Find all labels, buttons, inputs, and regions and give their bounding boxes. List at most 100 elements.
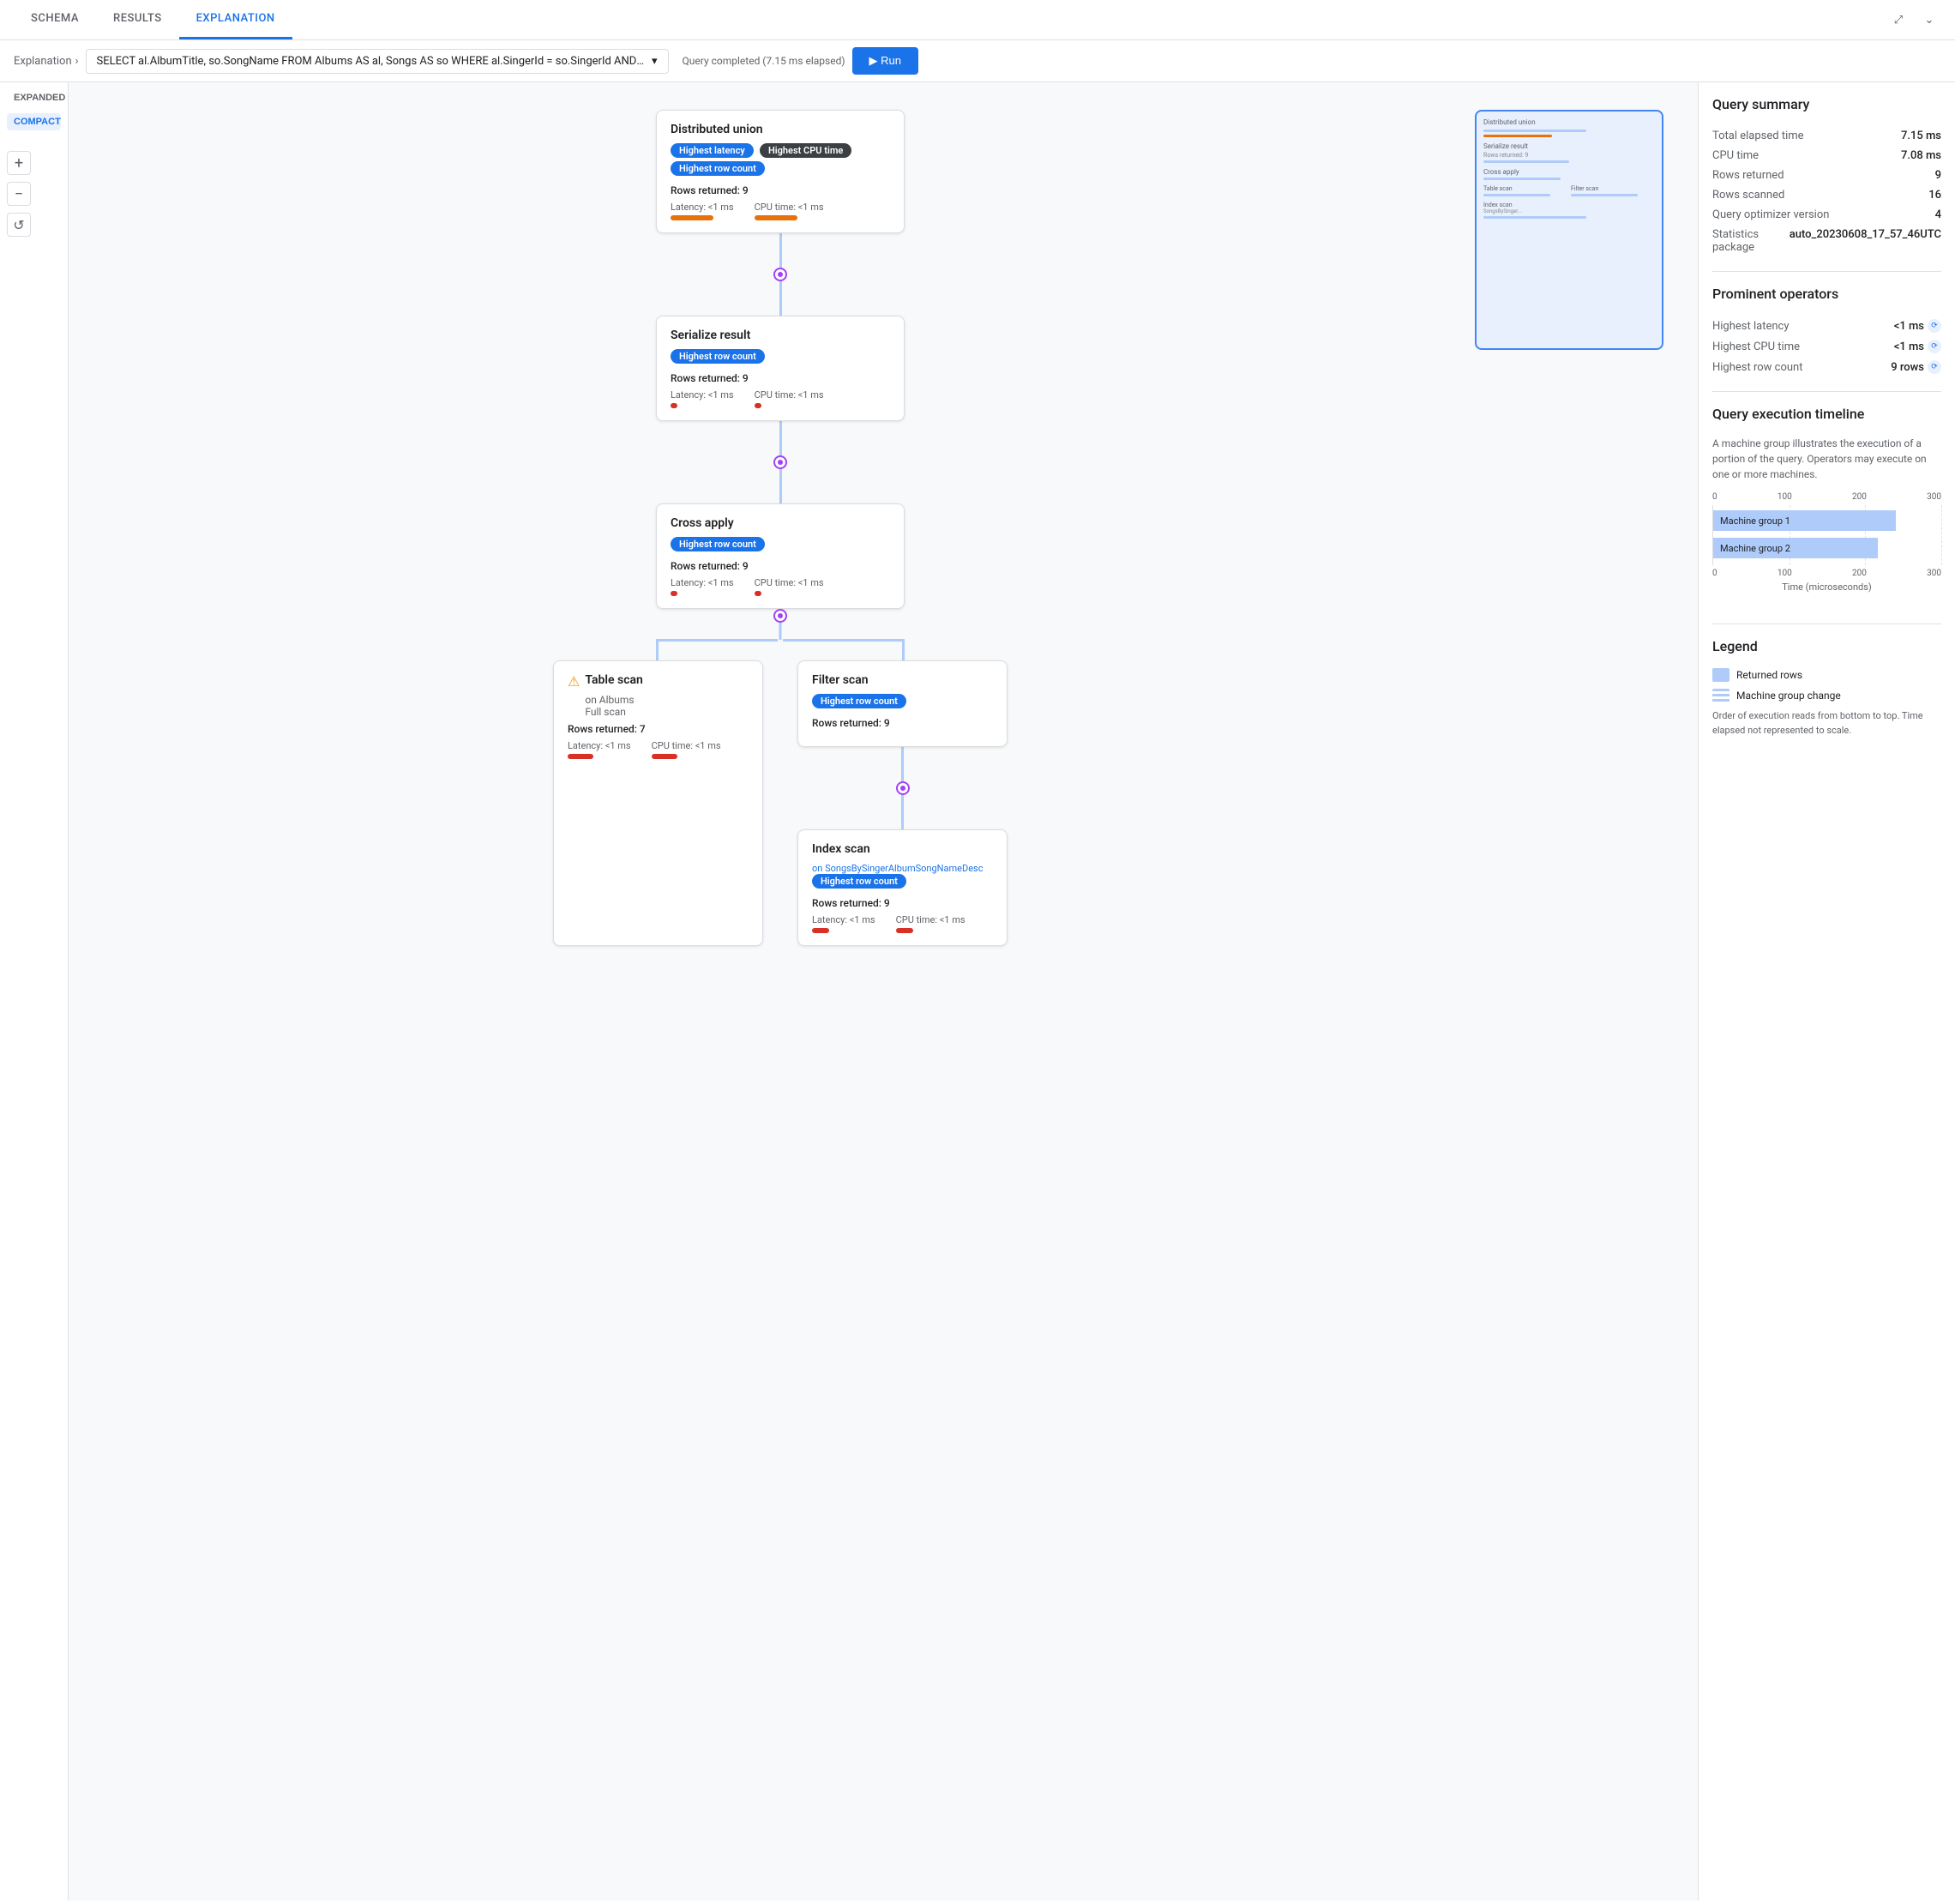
prominent-link-1-icon[interactable]: ⟳ [1928,340,1941,353]
prominent-value-1: <1 ms [1894,340,1924,353]
bottom-nodes: ⚠ Table scan on Albums Full scan Rows re… [553,660,1008,946]
stat-row-4: Query optimizer version 4 [1712,205,1941,225]
prominent-link-2-icon[interactable]: ⟳ [1928,360,1941,374]
timeline-bar-2-label: Machine group 2 [1720,543,1790,554]
cross-apply-node: Cross apply Highest row count Rows retur… [656,503,905,609]
highest-row-badge: Highest row count [671,161,765,176]
cross-metrics: Latency: <1 ms CPU time: <1 ms [671,577,890,596]
cross-cpu-label: CPU time: <1 ms [755,577,824,588]
distributed-union-title: Distributed union [671,123,890,136]
prominent-row-0: Highest latency <1 ms ⟳ [1712,316,1941,336]
timeline-x-label: Time (microseconds) [1712,581,1941,593]
index-cpu-bar [896,928,913,933]
stat-label-4: Query optimizer version [1712,208,1829,221]
serialize-row-badge: Highest row count [671,349,765,364]
prominent-row-1: Highest CPU time <1 ms ⟳ [1712,336,1941,357]
timeline-axis-bottom: 0 100 200 300 [1712,569,1941,578]
stat-label-5: Statistics package [1712,228,1790,254]
cpu-bar [755,215,797,220]
distributed-union-rows: Rows returned: 9 [671,184,890,196]
axis-b-200: 200 [1852,569,1867,578]
latency-label: Latency: <1 ms [671,202,734,213]
table-scan-rows: Rows returned: 7 [568,723,749,735]
cross-row-badge: Highest row count [671,537,765,551]
run-button[interactable]: ▶ Run [852,47,918,75]
tab-results[interactable]: RESULTS [96,0,179,39]
filter-scan-col: Filter scan Highest row count Rows retur… [797,660,1008,946]
breadcrumb-label: Explanation [14,55,72,68]
query-summary-stats: Total elapsed time 7.15 ms CPU time 7.08… [1712,126,1941,257]
expanded-view-button[interactable]: EXPANDED [7,89,61,106]
table-cpu-bar [652,754,677,759]
table-latency-label: Latency: <1 ms [568,740,631,751]
prominent-label-1: Highest CPU time [1712,340,1800,353]
serialize-cpu-bar [755,403,761,408]
stat-value-0: 7.15 ms [1901,130,1941,142]
index-scan-node: Index scan on SongsBySingerAlbumSongName… [797,829,1008,946]
query-summary-title: Query summary [1712,96,1941,112]
connector-diamond-2 [773,455,787,469]
table-scan-header: ⚠ Table scan on Albums Full scan [568,673,749,718]
cross-latency-bar [671,591,677,596]
status-text: Query completed (7.15 ms elapsed) [683,55,845,67]
split-down [779,623,782,640]
filter-connector-b [901,795,904,829]
query-text: SELECT al.AlbumTitle, so.SongName FROM A… [97,55,645,68]
timeline-bar-1: Machine group 1 [1713,510,1896,531]
table-scan-title: Table scan [585,673,643,687]
timeline-title: Query execution timeline [1712,406,1941,422]
zoom-out-button[interactable]: − [7,182,31,206]
split-horiz-left [656,639,778,642]
stat-value-5: auto_20230608_17_57_46UTC [1790,228,1941,254]
timeline-grid-area: Machine group 1 Machine group 2 [1712,505,1941,565]
left-panel: EXPANDED COMPACT + − ↺ [0,82,69,1901]
distributed-union-node: Distributed union Highest latency Highes… [656,110,905,233]
fullscreen-icon[interactable]: ⤢ [1886,8,1910,32]
index-row-badge: Highest row count [812,874,906,889]
timeline-bar-2: Machine group 2 [1713,538,1878,558]
axis-200: 200 [1852,492,1867,502]
filter-scan-title: Filter scan [812,673,993,687]
plan-container: Distributed union Highest latency Highes… [96,110,1465,946]
mini-diagram: Distributed union Serialize result Rows … [1475,110,1663,350]
table-latency-bar [568,754,593,759]
axis-100: 100 [1778,492,1792,502]
expand-icon[interactable]: ⌄ [1917,8,1941,32]
serialize-cpu-label: CPU time: <1 ms [755,389,824,401]
stat-value-1: 7.08 ms [1901,149,1941,162]
prominent-link-0-icon[interactable]: ⟳ [1928,319,1941,333]
filter-connector [901,747,904,781]
index-latency-bar [812,928,829,933]
stat-value-2: 9 [1935,169,1941,182]
split-horiz-right [783,639,905,642]
prominent-value-2: 9 rows [1891,361,1924,374]
query-selector[interactable]: SELECT al.AlbumTitle, so.SongName FROM A… [86,49,669,74]
filter-row-badge: Highest row count [812,694,906,708]
timeline-section: Query execution timeline A machine group… [1712,406,1941,610]
table-cpu-label: CPU time: <1 ms [652,740,721,751]
connector-diamond-1 [773,268,787,281]
stat-value-3: 16 [1928,189,1941,202]
zoom-in-button[interactable]: + [7,151,31,175]
cross-apply-title: Cross apply [671,516,890,530]
right-panel: Query summary Total elapsed time 7.15 ms… [1698,82,1955,1901]
refresh-button[interactable]: ↺ [7,213,31,237]
connector-2b [779,469,782,503]
prominent-label-0: Highest latency [1712,320,1790,333]
table-scan-subtitle1: on Albums [585,694,643,706]
axis-b-300: 300 [1927,569,1941,578]
table-scan-node: ⚠ Table scan on Albums Full scan Rows re… [553,660,763,946]
center-panel[interactable]: Distributed union Serialize result Rows … [69,82,1698,1901]
prominent-row-2: Highest row count 9 rows ⟳ [1712,357,1941,377]
compact-view-button[interactable]: COMPACT [7,113,61,130]
cross-rows: Rows returned: 9 [671,560,890,572]
tab-explanation[interactable]: EXPLANATION [179,0,292,39]
connector-1 [779,233,782,268]
index-latency-label: Latency: <1 ms [812,914,875,925]
header-icons: ⤢ ⌄ [1886,8,1941,32]
connector-diamond-3 [773,609,787,623]
legend-box-solid [1712,668,1729,682]
legend-title: Legend [1712,638,1941,654]
connector-1b [779,281,782,316]
tab-schema[interactable]: SCHEMA [14,0,96,39]
